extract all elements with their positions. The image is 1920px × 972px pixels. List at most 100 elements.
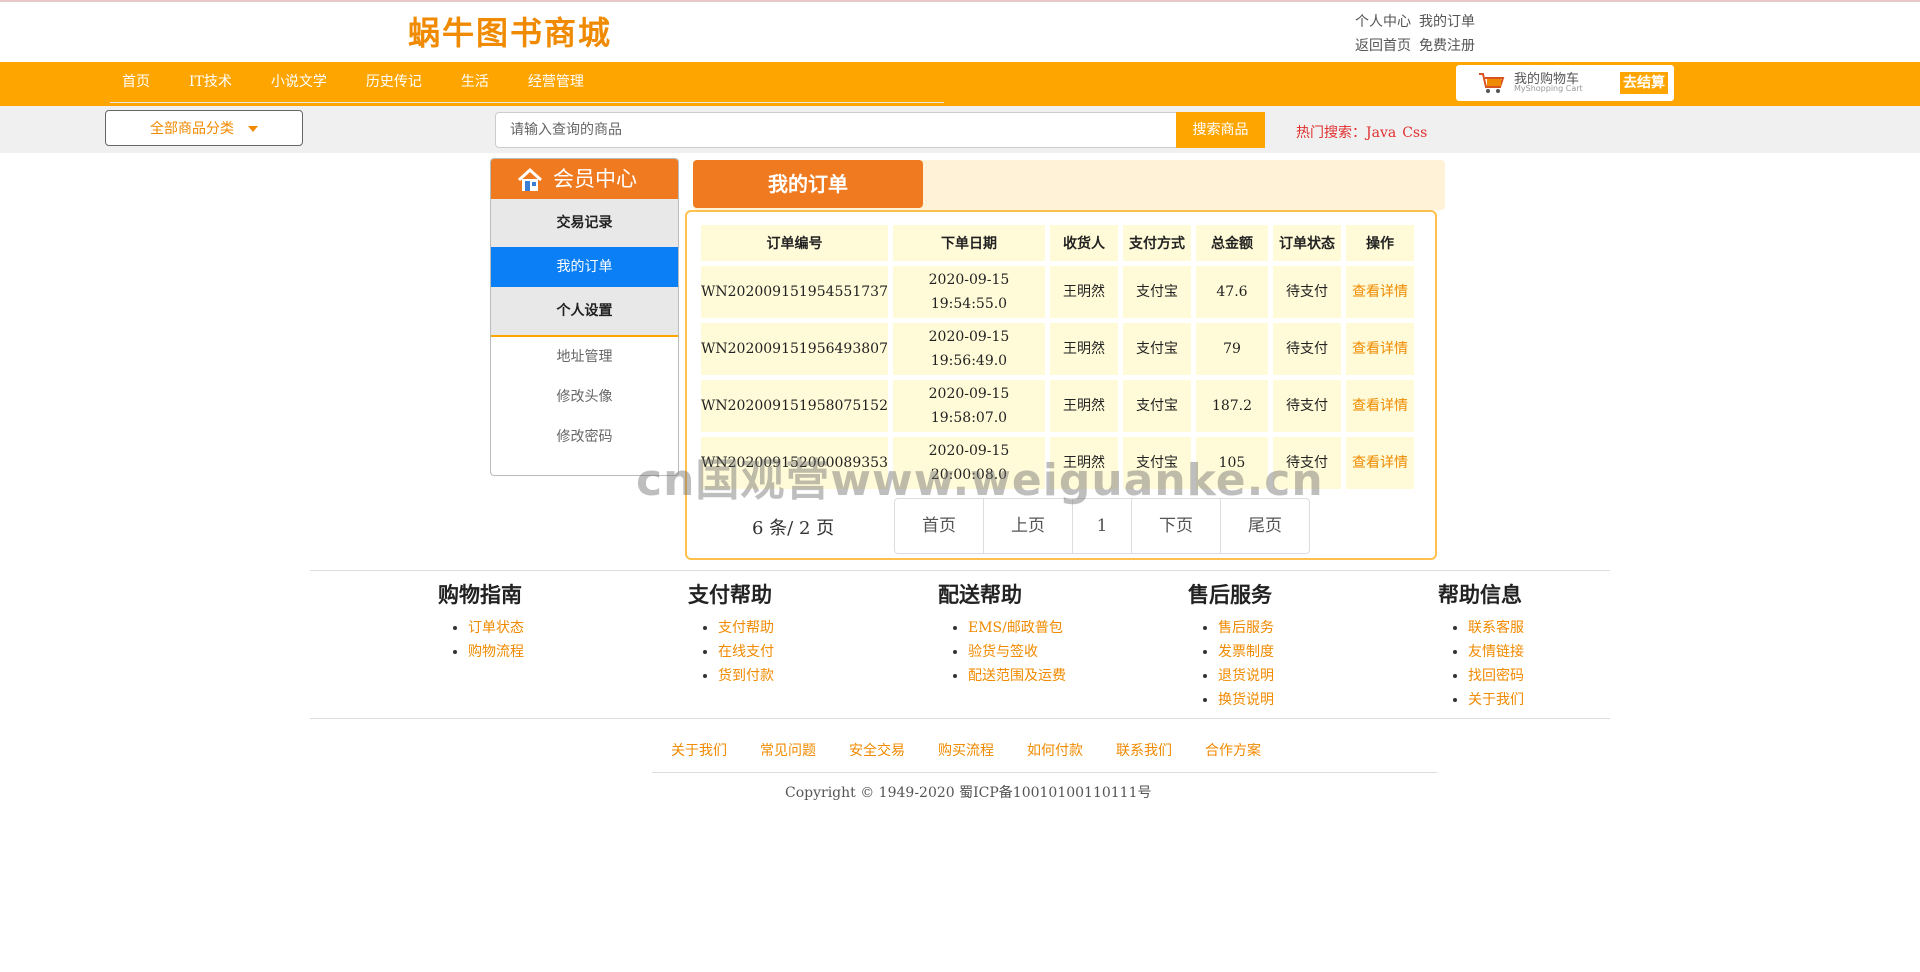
footer-link[interactable]: 在线支付 <box>718 640 838 664</box>
sidebar-item-password[interactable]: 修改密码 <box>491 417 678 457</box>
sidebar-item-avatar[interactable]: 修改头像 <box>491 377 678 417</box>
order-total: 187.2 <box>1195 380 1268 432</box>
nav-item-life[interactable]: 生活 <box>461 62 516 102</box>
order-total: 79 <box>1195 323 1268 375</box>
table-row: WN202009151958075152 2020-09-15 19:58:07.… <box>701 380 1414 432</box>
view-details-link[interactable]: 查看详情 <box>1345 437 1414 489</box>
sidebar-section-transactions[interactable]: 交易记录 <box>491 199 678 247</box>
hot-search: 热门搜索：Java Css <box>1296 122 1433 142</box>
footer-link[interactable]: 货到付款 <box>718 664 838 688</box>
search-button[interactable]: 搜索商品 <box>1176 112 1265 148</box>
tab-my-orders[interactable]: 我的订单 <box>693 160 923 208</box>
sidebar-item-my-orders[interactable]: 我的订单 <box>491 247 678 287</box>
sidebar-section-settings[interactable]: 个人设置 <box>491 287 678 335</box>
footer-link-howtopay[interactable]: 如何付款 <box>1027 743 1083 759</box>
sidebar-item-address[interactable]: 地址管理 <box>491 337 678 377</box>
nav-item-business[interactable]: 经营管理 <box>528 62 611 102</box>
order-id: WN202009151958075152 <box>701 380 888 432</box>
page-last-button[interactable]: 尾页 <box>1221 499 1309 553</box>
footer-link[interactable]: 找回密码 <box>1468 664 1588 688</box>
table-row: WN202009151954551737 2020-09-15 19:54:55.… <box>701 266 1414 318</box>
nav-item-fiction[interactable]: 小说文学 <box>271 62 354 102</box>
footer-link-security[interactable]: 安全交易 <box>849 743 905 759</box>
member-sidebar: 会员中心 交易记录 我的订单 个人设置 地址管理 修改头像 修改密码 <box>490 158 679 476</box>
view-details-link[interactable]: 查看详情 <box>1345 323 1414 375</box>
order-id: WN202009152000089353 <box>701 437 888 489</box>
order-status: 待支付 <box>1272 380 1341 432</box>
sidebar-title: 会员中心 <box>553 167 637 191</box>
view-details-link[interactable]: 查看详情 <box>1345 266 1414 318</box>
footer-divider <box>652 772 1437 773</box>
footer-bottom-links: 关于我们 常见问题 安全交易 购买流程 如何付款 联系我们 合作方案 <box>671 740 1294 760</box>
col-total: 总金额 <box>1195 225 1268 261</box>
page-first-button[interactable]: 首页 <box>895 499 984 553</box>
order-date: 2020-09-15 19:54:55.0 <box>892 266 1045 318</box>
view-details-link[interactable]: 查看详情 <box>1345 380 1414 432</box>
link-register[interactable]: 免费注册 <box>1419 38 1475 54</box>
page-next-button[interactable]: 下页 <box>1132 499 1221 553</box>
link-my-orders[interactable]: 我的订单 <box>1419 14 1475 30</box>
footer-link[interactable]: 关于我们 <box>1468 688 1588 712</box>
sidebar-header: 会员中心 <box>491 159 678 199</box>
category-label: 全部商品分类 <box>150 121 234 137</box>
footer-link[interactable]: 友情链接 <box>1468 640 1588 664</box>
table-header: 订单编号 下单日期 收货人 支付方式 总金额 订单状态 操作 <box>701 225 1414 261</box>
link-user-center[interactable]: 个人中心 <box>1355 14 1411 30</box>
search-input[interactable]: 请输入查询的商品 <box>495 112 1177 148</box>
footer-link[interactable]: 发票制度 <box>1218 640 1338 664</box>
link-home[interactable]: 返回首页 <box>1355 38 1411 54</box>
page-prev-button[interactable]: 上页 <box>984 499 1073 553</box>
shopping-cart[interactable]: 我的购物车 MyShopping Cart 去结算 <box>1456 65 1674 101</box>
site-logo[interactable]: 蜗牛图书商城 <box>408 8 612 54</box>
order-receiver: 王明然 <box>1049 266 1118 318</box>
col-receiver: 收货人 <box>1049 225 1118 261</box>
copyright: Copyright © 1949-2020 蜀ICP备1001010011011… <box>785 785 1152 801</box>
footer-link[interactable]: 购物流程 <box>468 640 588 664</box>
top-border <box>0 0 1920 2</box>
footer-link[interactable]: 联系客服 <box>1468 616 1588 640</box>
pagination-summary: 6 条/ 2 页 <box>752 518 835 539</box>
order-status: 待支付 <box>1272 323 1341 375</box>
footer-link[interactable]: 配送范围及运费 <box>968 664 1068 688</box>
top-links: 个人中心 我的订单 返回首页 免费注册 <box>1355 10 1483 58</box>
table-row: WN202009151956493807 2020-09-15 19:56:49.… <box>701 323 1414 375</box>
footer-link[interactable]: EMS/邮政普包 <box>968 616 1068 640</box>
order-total: 105 <box>1195 437 1268 489</box>
footer-link-process[interactable]: 购买流程 <box>938 743 994 759</box>
order-date: 2020-09-15 19:58:07.0 <box>892 380 1045 432</box>
orders-panel: 订单编号 下单日期 收货人 支付方式 总金额 订单状态 操作 WN2020091… <box>685 210 1437 560</box>
footer-link[interactable]: 退货说明 <box>1218 664 1338 688</box>
checkout-button[interactable]: 去结算 <box>1620 72 1668 94</box>
footer-link-about[interactable]: 关于我们 <box>671 743 727 759</box>
footer-link[interactable]: 支付帮助 <box>718 616 838 640</box>
nav-item-home[interactable]: 首页 <box>122 62 177 102</box>
nav-item-it[interactable]: IT技术 <box>189 62 259 102</box>
order-status: 待支付 <box>1272 266 1341 318</box>
footer-link[interactable]: 订单状态 <box>468 616 588 640</box>
footer-link[interactable]: 换货说明 <box>1218 688 1338 712</box>
footer-link-cooperation[interactable]: 合作方案 <box>1205 743 1261 759</box>
nav-item-history[interactable]: 历史传记 <box>366 62 449 102</box>
order-date: 2020-09-15 20:00:08.0 <box>892 437 1045 489</box>
footer-column-aftersales: 售后服务 售后服务 发票制度 退货说明 换货说明 <box>1188 580 1338 712</box>
order-receiver: 王明然 <box>1049 323 1118 375</box>
footer-link[interactable]: 验货与签收 <box>968 640 1068 664</box>
footer-column-title: 售后服务 <box>1188 582 1272 607</box>
cart-icon <box>1479 73 1505 93</box>
order-payment: 支付宝 <box>1122 380 1191 432</box>
hot-term-java[interactable]: Java <box>1366 125 1396 141</box>
footer-divider <box>310 570 1610 571</box>
col-order-id: 订单编号 <box>701 225 888 261</box>
page-number-button[interactable]: 1 <box>1073 499 1132 553</box>
table-row: WN202009152000089353 2020-09-15 20:00:08.… <box>701 437 1414 489</box>
footer-link-faq[interactable]: 常见问题 <box>760 743 816 759</box>
hot-term-css[interactable]: Css <box>1402 125 1427 141</box>
category-dropdown[interactable]: 全部商品分类 <box>105 110 303 146</box>
pagination: 首页 上页 1 下页 尾页 <box>894 498 1310 554</box>
house-icon <box>517 168 543 191</box>
order-status: 待支付 <box>1272 437 1341 489</box>
footer-link[interactable]: 售后服务 <box>1218 616 1338 640</box>
footer-column-guide: 购物指南 订单状态 购物流程 <box>438 580 588 664</box>
footer-link-contact[interactable]: 联系我们 <box>1116 743 1172 759</box>
footer-divider <box>310 718 1610 719</box>
